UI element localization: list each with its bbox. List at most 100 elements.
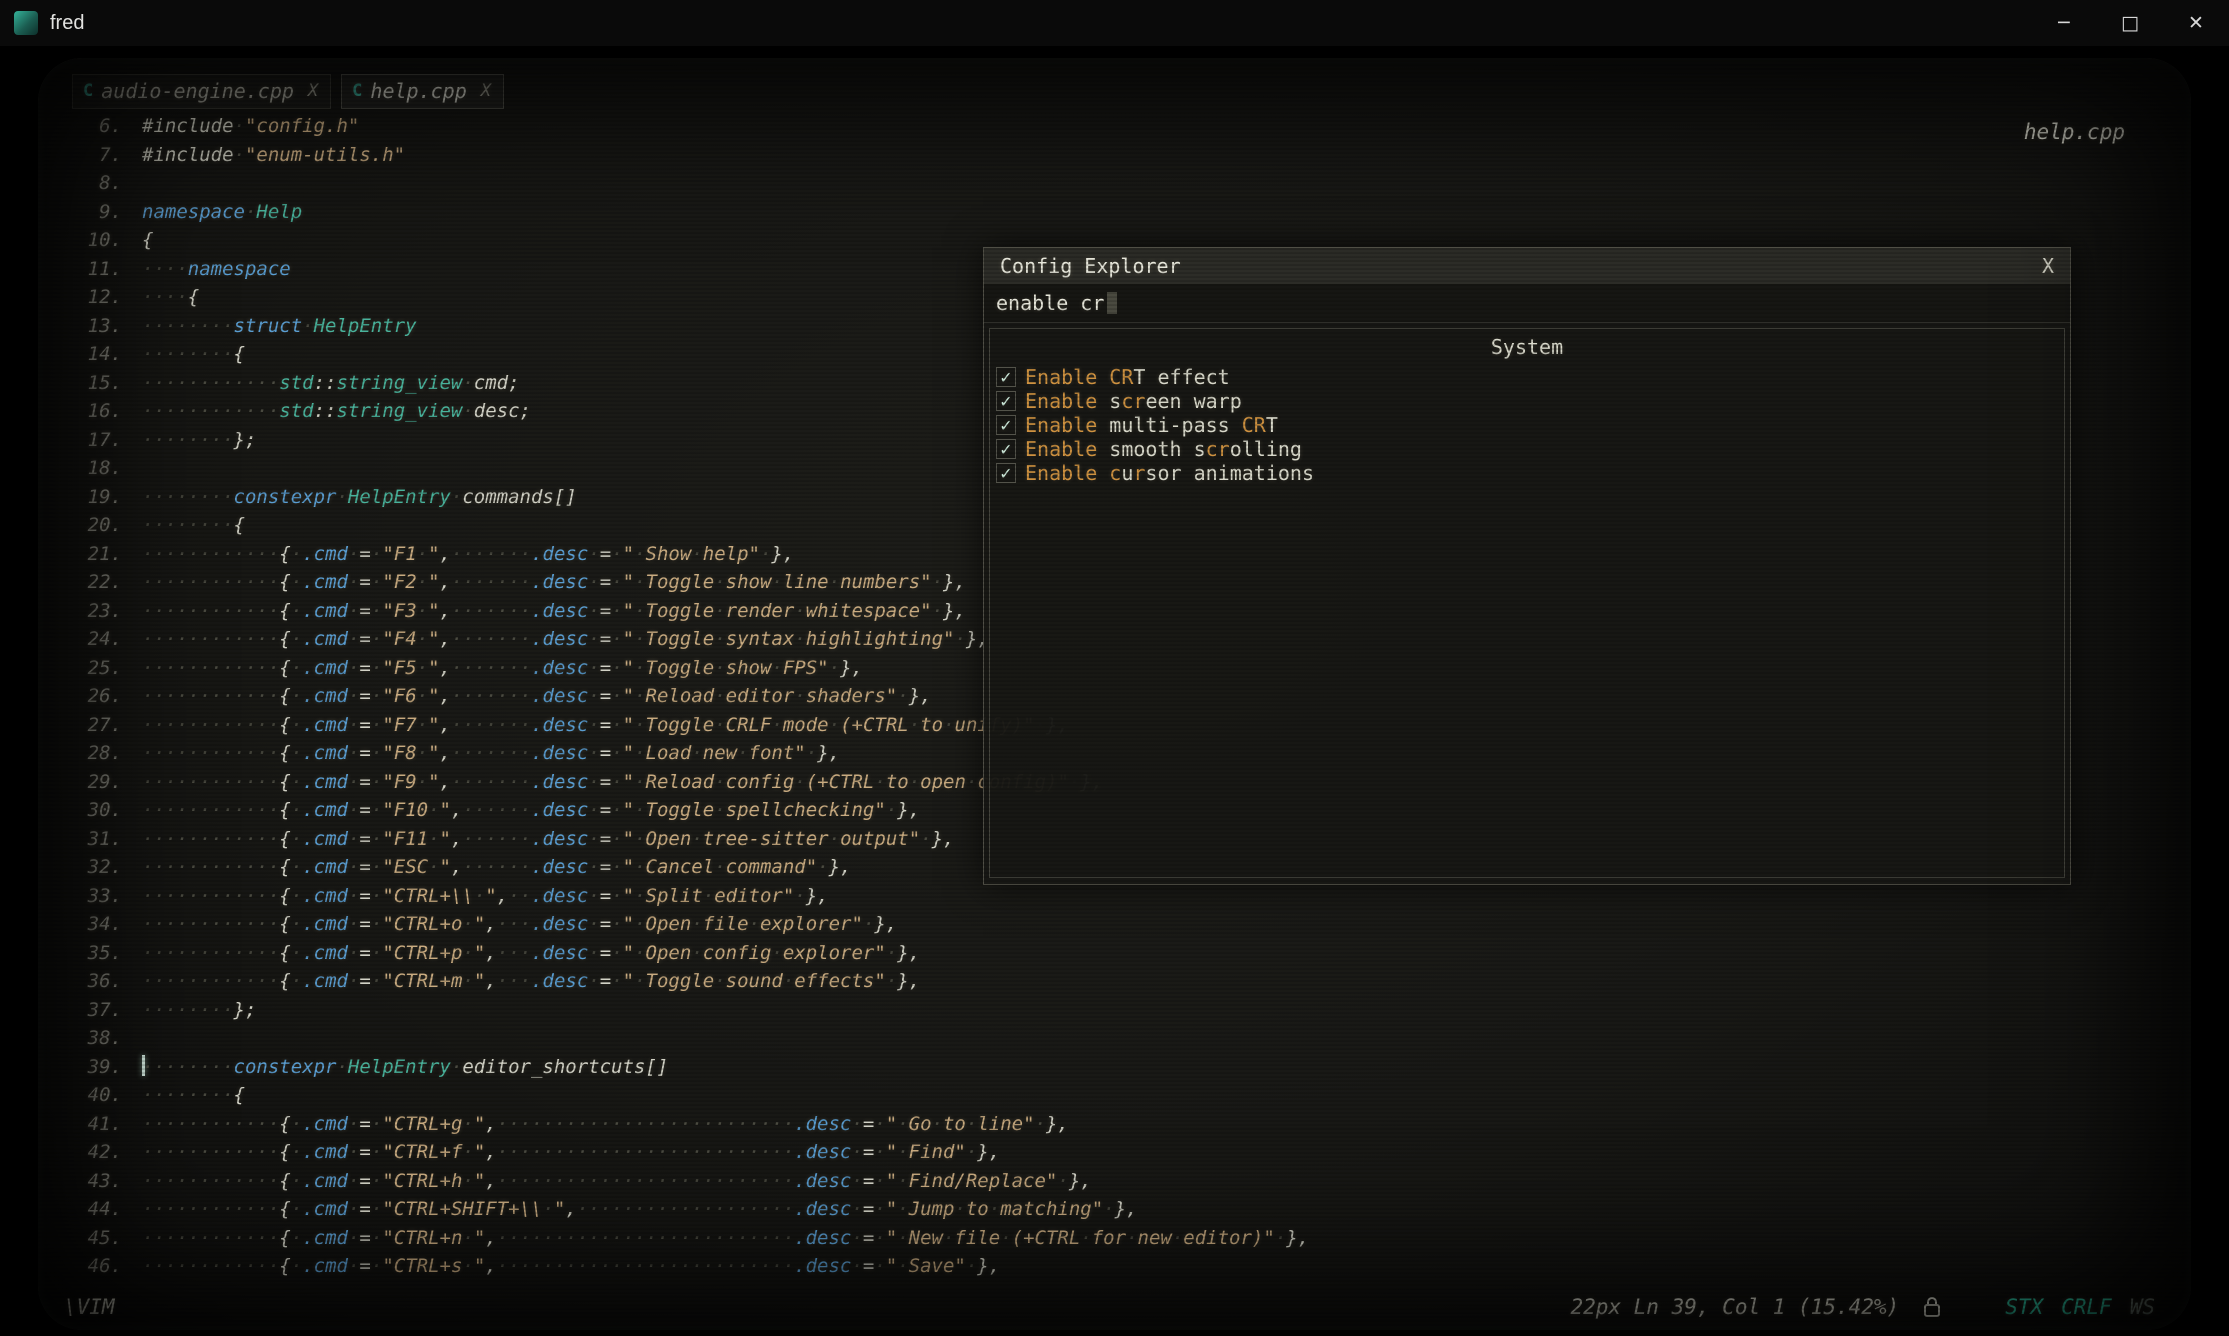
line-number: 38. bbox=[52, 1024, 122, 1053]
line-number: 27. bbox=[52, 711, 122, 740]
config-item[interactable]: ✓ Enable cursor animations bbox=[990, 461, 2064, 485]
line-number: 45. bbox=[52, 1224, 122, 1253]
line-number: 26. bbox=[52, 682, 122, 711]
tab-label: audio-engine.cpp bbox=[101, 79, 294, 103]
status-right-cluster: 22px Ln 39, Col 1 (15.42%) STX CRLF WS bbox=[1570, 1295, 2155, 1319]
config-item-label: Enable screen warp bbox=[1025, 389, 1242, 413]
line-number: 41. bbox=[52, 1110, 122, 1139]
config-item[interactable]: ✓ Enable screen warp bbox=[990, 389, 2064, 413]
code-line[interactable]: 43.············{·.cmd·=·"CTRL+h·",······… bbox=[52, 1167, 2189, 1196]
vim-mode-indicator: \VIM bbox=[64, 1295, 115, 1319]
maximize-button[interactable]: □ bbox=[2097, 0, 2163, 46]
window-controls: ─ □ ✕ bbox=[2031, 0, 2229, 46]
line-number: 23. bbox=[52, 597, 122, 626]
code-line[interactable]: 6.#include·"config.h" bbox=[52, 112, 2189, 141]
checkbox[interactable]: ✓ bbox=[996, 391, 1016, 411]
code-line[interactable]: 7.#include·"enum-utils.h" bbox=[52, 141, 2189, 170]
status-flag-stx: STX bbox=[2005, 1295, 2043, 1319]
config-item[interactable]: ✓ Enable multi-pass CRT bbox=[990, 413, 2064, 437]
line-number: 17. bbox=[52, 426, 122, 455]
config-item-label: Enable smooth scrolling bbox=[1025, 437, 1302, 461]
line-number: 36. bbox=[52, 967, 122, 996]
monitor-bezel: 6.#include·"config.h"7.#include·"enum-ut… bbox=[0, 46, 2229, 1336]
window-title: fred bbox=[50, 12, 84, 35]
dialog-titlebar: Config Explorer X bbox=[984, 248, 2070, 284]
status-flag-crlf: CRLF bbox=[2061, 1295, 2112, 1319]
line-number: 6. bbox=[52, 112, 122, 141]
line-number: 24. bbox=[52, 625, 122, 654]
line-number: 30. bbox=[52, 796, 122, 825]
config-item-label: Enable CRT effect bbox=[1025, 365, 1230, 389]
checkbox[interactable]: ✓ bbox=[996, 367, 1016, 387]
config-item[interactable]: ✓ Enable smooth scrolling bbox=[990, 437, 2064, 461]
tab-close-icon[interactable]: X bbox=[481, 81, 491, 101]
status-flags: STX CRLF WS bbox=[1941, 1295, 2155, 1319]
config-item-label: Enable cursor animations bbox=[1025, 461, 1314, 485]
section-header: System bbox=[990, 335, 2064, 359]
line-number: 13. bbox=[52, 312, 122, 341]
active-file-indicator: help.cpp bbox=[2024, 120, 2125, 144]
code-line[interactable]: 34.············{·.cmd·=·"CTRL+o·",···.de… bbox=[52, 910, 2189, 939]
config-search-input[interactable]: enable cr bbox=[984, 284, 2070, 323]
line-number: 43. bbox=[52, 1167, 122, 1196]
line-number: 28. bbox=[52, 739, 122, 768]
line-number: 42. bbox=[52, 1138, 122, 1167]
search-caret bbox=[1107, 292, 1117, 314]
checkbox[interactable]: ✓ bbox=[996, 463, 1016, 483]
code-line[interactable]: 40.········{ bbox=[52, 1081, 2189, 1110]
line-number: 40. bbox=[52, 1081, 122, 1110]
config-list-container: System ✓ Enable CRT effect ✓ Enable screen … bbox=[989, 328, 2065, 878]
minimize-button[interactable]: ─ bbox=[2031, 0, 2097, 46]
code-line[interactable]: 37.········}; bbox=[52, 996, 2189, 1025]
line-number: 8. bbox=[52, 169, 122, 198]
code-line[interactable]: 42.············{·.cmd·=·"CTRL+f·",······… bbox=[52, 1138, 2189, 1167]
tab-close-icon[interactable]: X bbox=[308, 81, 318, 101]
line-number: 46. bbox=[52, 1252, 122, 1281]
window-titlebar: fred ─ □ ✕ bbox=[0, 0, 2229, 46]
tab-audio-engine-cpp[interactable]: Caudio-engine.cpp X bbox=[72, 74, 331, 109]
code-line[interactable]: 38. bbox=[52, 1024, 2189, 1053]
code-line[interactable]: 36.············{·.cmd·=·"CTRL+m·",···.de… bbox=[52, 967, 2189, 996]
cpp-file-icon: C bbox=[83, 81, 93, 101]
code-line[interactable]: 33.············{·.cmd·=·"CTRL+\\·",··.de… bbox=[52, 882, 2189, 911]
line-number: 10. bbox=[52, 226, 122, 255]
checkbox[interactable]: ✓ bbox=[996, 439, 1016, 459]
line-number: 35. bbox=[52, 939, 122, 968]
code-line[interactable]: 8. bbox=[52, 169, 2189, 198]
app-icon bbox=[14, 11, 38, 35]
search-query-text: enable cr bbox=[996, 291, 1104, 315]
line-number: 39. bbox=[52, 1053, 122, 1082]
code-line[interactable]: 44.············{·.cmd·=·"CTRL+SHIFT+\\·"… bbox=[52, 1195, 2189, 1224]
code-line[interactable]: 9.namespace·Help bbox=[52, 198, 2189, 227]
line-number: 7. bbox=[52, 141, 122, 170]
tab-label: help.cpp bbox=[370, 79, 466, 103]
tab-help-cpp[interactable]: Chelp.cpp X bbox=[341, 74, 504, 109]
line-number: 34. bbox=[52, 910, 122, 939]
code-line[interactable]: 39.········constexpr·HelpEntry·editor_sh… bbox=[52, 1053, 2189, 1082]
code-line[interactable]: 45.············{·.cmd·=·"CTRL+n·",······… bbox=[52, 1224, 2189, 1253]
code-line[interactable]: 35.············{·.cmd·=·"CTRL+p·",···.de… bbox=[52, 939, 2189, 968]
line-number: 21. bbox=[52, 540, 122, 569]
code-line[interactable]: 41.············{·.cmd·=·"CTRL+g·",······… bbox=[52, 1110, 2189, 1139]
cpp-file-icon: C bbox=[352, 81, 362, 101]
cursor-position: 22px Ln 39, Col 1 (15.42%) bbox=[1570, 1295, 1899, 1319]
close-button[interactable]: ✕ bbox=[2163, 0, 2229, 46]
status-flag-ws: WS bbox=[2130, 1295, 2155, 1319]
line-number: 25. bbox=[52, 654, 122, 683]
config-item-label: Enable multi-pass CRT bbox=[1025, 413, 1278, 437]
dialog-title: Config Explorer bbox=[1000, 254, 1181, 278]
line-number: 16. bbox=[52, 397, 122, 426]
dialog-close-icon[interactable]: X bbox=[2042, 254, 2054, 278]
line-number: 19. bbox=[52, 483, 122, 512]
lock-icon bbox=[1923, 1295, 1941, 1319]
line-number: 18. bbox=[52, 454, 122, 483]
checkbox[interactable]: ✓ bbox=[996, 415, 1016, 435]
line-number: 11. bbox=[52, 255, 122, 284]
code-line[interactable]: 46.············{·.cmd·=·"CTRL+s·",······… bbox=[52, 1252, 2189, 1281]
line-number: 15. bbox=[52, 369, 122, 398]
config-item[interactable]: ✓ Enable CRT effect bbox=[990, 365, 2064, 389]
line-number: 33. bbox=[52, 882, 122, 911]
line-number: 37. bbox=[52, 996, 122, 1025]
editor-screen: 6.#include·"config.h"7.#include·"enum-ut… bbox=[38, 58, 2191, 1330]
line-number: 12. bbox=[52, 283, 122, 312]
